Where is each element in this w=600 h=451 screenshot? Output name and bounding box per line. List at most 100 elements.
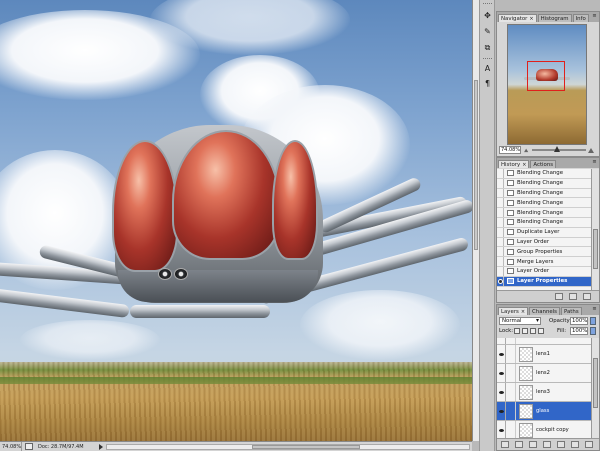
adjustment-layer-icon[interactable] bbox=[543, 441, 551, 448]
history-source-cell[interactable] bbox=[497, 217, 504, 227]
history-item[interactable]: Blending Change bbox=[497, 178, 591, 189]
panel-menu-icon[interactable]: ≡ bbox=[591, 306, 598, 313]
scrollbar-thumb[interactable] bbox=[474, 80, 478, 250]
layer-row[interactable]: lens3 bbox=[497, 383, 591, 402]
history-source-cell[interactable] bbox=[497, 169, 504, 178]
dock-grip[interactable] bbox=[483, 3, 492, 5]
layer-mask-icon[interactable] bbox=[529, 441, 537, 448]
opacity-dropdown-icon[interactable] bbox=[590, 317, 596, 325]
delete-state-icon[interactable] bbox=[583, 293, 591, 300]
zoom-out-icon[interactable] bbox=[524, 147, 529, 152]
document-icon[interactable] bbox=[25, 443, 33, 450]
history-source-cell[interactable] bbox=[497, 188, 504, 198]
blend-mode-select[interactable]: Normal bbox=[499, 317, 541, 325]
history-item[interactable]: Merge Layers bbox=[497, 257, 591, 267]
layer-link-cell[interactable] bbox=[506, 402, 516, 420]
new-snapshot-icon[interactable] bbox=[569, 293, 577, 300]
eye-icon[interactable] bbox=[497, 402, 506, 420]
status-menu-arrow-icon[interactable] bbox=[99, 443, 103, 450]
fill-input[interactable]: 100% bbox=[570, 327, 588, 335]
layer-link-cell[interactable] bbox=[506, 338, 516, 344]
status-zoom[interactable]: 74.08% bbox=[0, 442, 22, 451]
history-source-cell[interactable] bbox=[497, 227, 504, 237]
scrollbar-thumb[interactable] bbox=[593, 358, 598, 408]
delete-layer-icon[interactable] bbox=[585, 441, 593, 448]
history-source-cell[interactable] bbox=[497, 276, 504, 286]
dock-grip[interactable] bbox=[483, 58, 492, 60]
lock-position-icon[interactable] bbox=[530, 328, 536, 334]
lock-transparency-icon[interactable] bbox=[514, 328, 520, 334]
history-scrollbar[interactable] bbox=[591, 169, 599, 290]
canvas-horizontal-scrollbar[interactable] bbox=[106, 443, 470, 450]
history-item[interactable]: Group Properties bbox=[497, 247, 591, 258]
history-source-cell[interactable] bbox=[497, 237, 504, 247]
history-item[interactable]: Blending Change bbox=[497, 169, 591, 179]
navigator-view-box[interactable] bbox=[527, 61, 565, 91]
zoom-in-icon[interactable] bbox=[588, 147, 595, 153]
canvas-vertical-scrollbar[interactable] bbox=[472, 0, 479, 441]
new-group-icon[interactable] bbox=[557, 441, 565, 448]
history-item-selected[interactable]: Layer Properties bbox=[497, 276, 591, 287]
type-tool-icon[interactable]: A bbox=[482, 63, 493, 74]
eye-icon[interactable] bbox=[497, 345, 506, 363]
tab-channels[interactable]: Channels bbox=[529, 307, 560, 315]
eye-icon[interactable] bbox=[497, 383, 506, 401]
history-item[interactable]: Blending Change bbox=[497, 198, 591, 209]
lock-pixels-icon[interactable] bbox=[522, 328, 528, 334]
layer-link-cell[interactable] bbox=[506, 383, 516, 401]
history-source-cell[interactable] bbox=[497, 257, 504, 266]
clone-tool-icon[interactable]: ⧉ bbox=[482, 42, 493, 53]
tab-paths[interactable]: Paths bbox=[561, 307, 582, 315]
layer-link-cell[interactable] bbox=[506, 421, 516, 438]
navigator-zoom-field[interactable]: 74.08% bbox=[499, 145, 521, 154]
history-source-cell[interactable] bbox=[497, 178, 504, 188]
layer-style-icon[interactable] bbox=[515, 441, 523, 448]
fill-dropdown-icon[interactable] bbox=[590, 327, 596, 335]
tab-histogram[interactable]: Histogram bbox=[537, 14, 572, 22]
tab-history[interactable]: History × bbox=[498, 160, 530, 168]
move-tool-icon[interactable]: ✥ bbox=[482, 10, 493, 21]
layer-visibility-cell[interactable] bbox=[497, 338, 506, 344]
eyedropper-tool-icon[interactable]: ✎ bbox=[482, 26, 493, 37]
new-document-from-state-icon[interactable] bbox=[555, 293, 563, 300]
history-source-cell[interactable] bbox=[497, 266, 504, 276]
close-icon[interactable]: × bbox=[522, 162, 526, 168]
navigator-preview[interactable] bbox=[507, 24, 587, 145]
history-item[interactable]: Blending Change bbox=[497, 208, 591, 218]
tab-layers[interactable]: Layers × bbox=[498, 307, 529, 315]
layer-row[interactable]: lens1 bbox=[497, 345, 591, 364]
history-item[interactable]: Blending Change bbox=[497, 217, 591, 228]
history-source-cell[interactable] bbox=[497, 198, 504, 208]
new-layer-icon[interactable] bbox=[571, 441, 579, 448]
link-layers-icon[interactable] bbox=[501, 441, 509, 448]
tab-navigator[interactable]: Navigator × bbox=[498, 14, 537, 22]
panel-menu-icon[interactable]: ≡ bbox=[591, 13, 598, 20]
history-item[interactable]: Layer Order bbox=[497, 266, 591, 277]
panel-menu-icon[interactable]: ≡ bbox=[591, 159, 598, 166]
scrollbar-thumb[interactable] bbox=[593, 229, 598, 269]
layer-row[interactable]: lens2 bbox=[497, 364, 591, 383]
opacity-input[interactable]: 100% bbox=[570, 317, 588, 325]
zoom-slider[interactable] bbox=[532, 145, 586, 152]
document-canvas[interactable] bbox=[0, 0, 472, 441]
zoom-slider-knob[interactable] bbox=[553, 145, 560, 152]
history-item[interactable]: Duplicate Layer bbox=[497, 227, 591, 238]
eye-icon[interactable] bbox=[497, 364, 506, 382]
close-icon[interactable]: × bbox=[529, 16, 533, 22]
layer-link-cell[interactable] bbox=[506, 364, 516, 382]
paragraph-tool-icon[interactable]: ¶ bbox=[482, 78, 493, 89]
layer-link-cell[interactable] bbox=[506, 345, 516, 363]
lock-all-icon[interactable] bbox=[538, 328, 544, 334]
eye-icon[interactable] bbox=[497, 421, 506, 438]
scrollbar-thumb[interactable] bbox=[251, 444, 361, 449]
tab-actions[interactable]: Actions bbox=[530, 160, 557, 168]
history-source-cell[interactable] bbox=[497, 247, 504, 257]
layer-row-selected[interactable]: glass bbox=[497, 402, 591, 421]
layer-row[interactable]: cockpit copy bbox=[497, 421, 591, 438]
history-item[interactable]: Blending Change bbox=[497, 188, 591, 199]
layers-scrollbar[interactable] bbox=[591, 338, 599, 438]
tab-info[interactable]: Info bbox=[572, 14, 589, 22]
history-source-cell[interactable] bbox=[497, 208, 504, 217]
layer-row-partial[interactable] bbox=[497, 338, 591, 345]
history-item[interactable]: Layer Order bbox=[497, 237, 591, 248]
